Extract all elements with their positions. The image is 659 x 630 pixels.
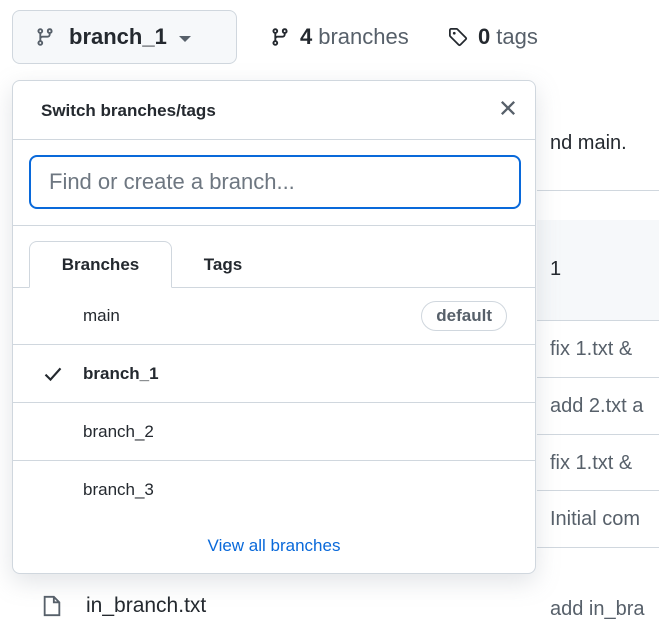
branch-notice-text: nd main. (550, 132, 627, 154)
file-row[interactable]: in_branch.txt (12, 582, 532, 630)
branches-count-link[interactable]: 4 branches (270, 24, 409, 50)
check-icon (44, 367, 62, 381)
commit-message[interactable]: fix 1.txt & (550, 338, 659, 361)
tag-icon (449, 28, 467, 46)
current-branch-label: branch_1 (69, 24, 167, 49)
commit-message[interactable]: add in_bra (550, 598, 659, 621)
commit-message[interactable]: fix 1.txt & (550, 452, 659, 475)
tab-branches[interactable]: Branches (29, 241, 172, 288)
commit-header-text: 1 (550, 258, 562, 280)
branch-switcher-dropdown: Switch branches/tags Branches Tags main … (12, 80, 536, 574)
view-all-branches-link[interactable]: View all branches (208, 536, 341, 556)
commit-message[interactable]: Initial com (550, 508, 659, 531)
default-badge: default (421, 300, 507, 331)
tab-bar: Branches Tags (13, 225, 535, 288)
commit-message[interactable]: add 2.txt a (550, 395, 659, 418)
git-branch-icon (37, 28, 53, 46)
branch-name: branch_3 (83, 479, 154, 499)
divider (537, 320, 659, 321)
branch-item-branch-1[interactable]: branch_1 (13, 345, 535, 403)
dropdown-footer: View all branches (13, 517, 535, 573)
file-icon (43, 595, 61, 617)
chevron-down-icon (178, 36, 191, 42)
divider (537, 377, 659, 378)
dropdown-title: Switch branches/tags (41, 101, 216, 120)
branch-selector-button[interactable]: branch_1 (12, 10, 237, 64)
branch-item-branch-3[interactable]: branch_3 (13, 461, 535, 518)
divider (537, 190, 659, 191)
branch-toolbar: branch_1 4 branches 0 tags (0, 0, 659, 78)
repo-content-background: nd main. 1 fix 1.txt & add 2.txt a fix 1… (537, 80, 659, 630)
git-branch-icon (272, 28, 288, 46)
branch-name: main (83, 305, 120, 325)
branch-count: 4 (300, 24, 313, 49)
branch-name: branch_1 (83, 363, 159, 383)
branch-name: branch_2 (83, 421, 154, 441)
tab-tags[interactable]: Tags (178, 241, 268, 288)
divider (537, 547, 659, 548)
tag-count: 0 (478, 24, 491, 49)
close-icon[interactable] (497, 97, 519, 119)
dropdown-header: Switch branches/tags (13, 81, 535, 140)
branch-count-label: branches (318, 24, 409, 49)
file-name[interactable]: in_branch.txt (86, 594, 206, 618)
tags-count-link[interactable]: 0 tags (448, 24, 538, 50)
branch-search-input[interactable] (29, 155, 521, 209)
tag-count-label: tags (496, 24, 538, 49)
divider (537, 490, 659, 491)
branch-item-main[interactable]: main default (13, 287, 535, 345)
branch-item-branch-2[interactable]: branch_2 (13, 403, 535, 461)
search-section (13, 139, 535, 226)
commit-header: 1 (537, 220, 659, 320)
divider (537, 434, 659, 435)
